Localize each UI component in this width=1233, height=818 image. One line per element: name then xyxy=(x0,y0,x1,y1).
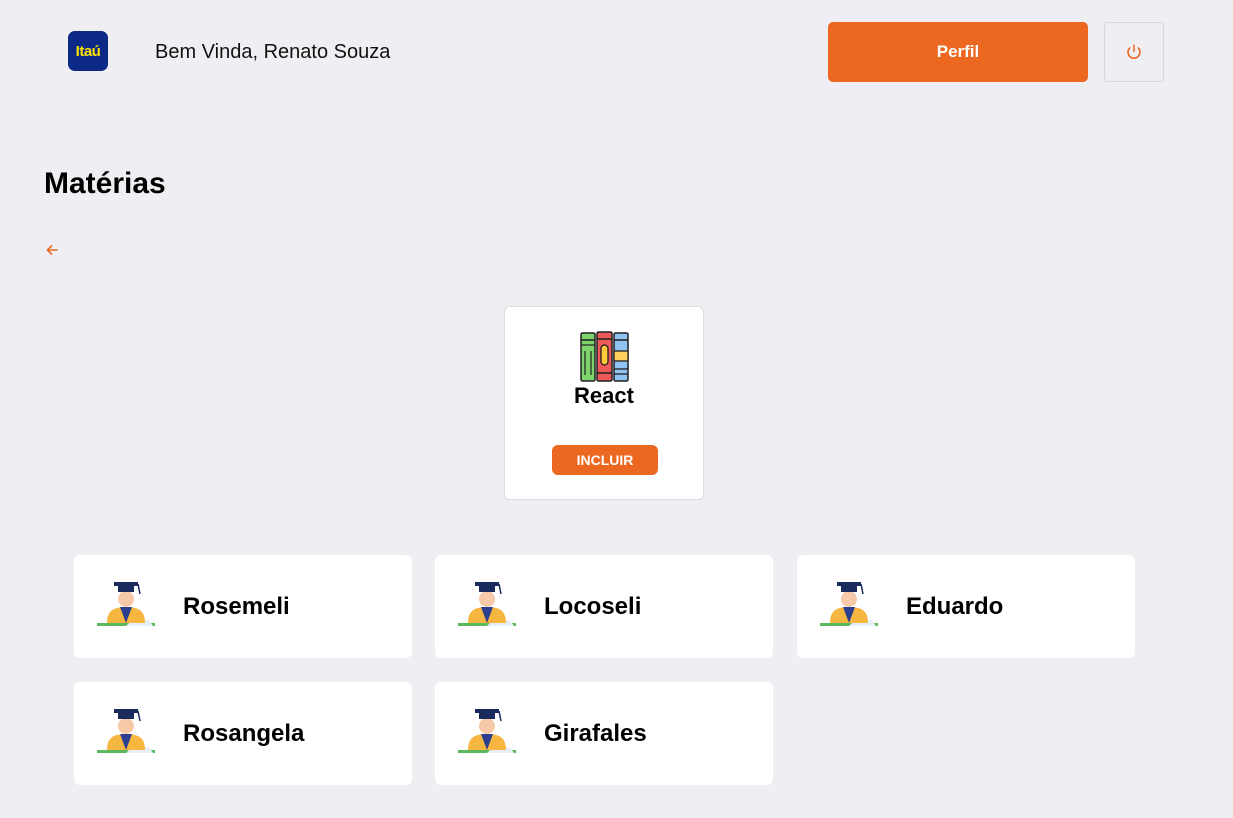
profile-button[interactable]: Perfil xyxy=(828,22,1088,82)
subject-card: React INCLUIR xyxy=(504,306,704,500)
books-icon xyxy=(580,331,629,382)
subject-name: React xyxy=(574,383,634,408)
graduate-teacher-icon xyxy=(97,709,155,753)
graduate-teacher-icon xyxy=(97,582,155,626)
welcome-message: Bem Vinda, Renato Souza xyxy=(155,41,391,63)
page-title: Matérias xyxy=(44,167,166,200)
graduate-teacher-icon xyxy=(820,582,878,626)
teacher-name: Eduardo xyxy=(906,593,1004,620)
teacher-card[interactable]: Eduardo xyxy=(797,555,1135,658)
graduate-teacher-icon xyxy=(458,709,516,753)
teacher-card[interactable]: Girafales xyxy=(435,682,773,785)
include-button[interactable]: INCLUIR xyxy=(552,445,658,475)
logout-button[interactable] xyxy=(1104,22,1164,82)
teacher-name: Girafales xyxy=(544,720,647,747)
teacher-name: Rosemeli xyxy=(183,593,290,620)
teacher-card[interactable]: Rosangela xyxy=(74,682,412,785)
graduate-teacher-icon xyxy=(458,582,516,626)
power-icon xyxy=(1127,44,1141,59)
teacher-card[interactable]: Rosemeli xyxy=(74,555,412,658)
teacher-name: Rosangela xyxy=(183,720,305,747)
teacher-card[interactable]: Locoseli xyxy=(435,555,773,658)
itau-logo[interactable]: Itaú xyxy=(68,31,108,71)
page: Itaú Bem Vinda, Renato Souza Perfil Maté… xyxy=(0,0,1233,818)
teacher-name: Locoseli xyxy=(544,593,642,620)
arrow-left-icon[interactable] xyxy=(45,243,59,257)
logo-text: Itaú xyxy=(75,42,101,60)
